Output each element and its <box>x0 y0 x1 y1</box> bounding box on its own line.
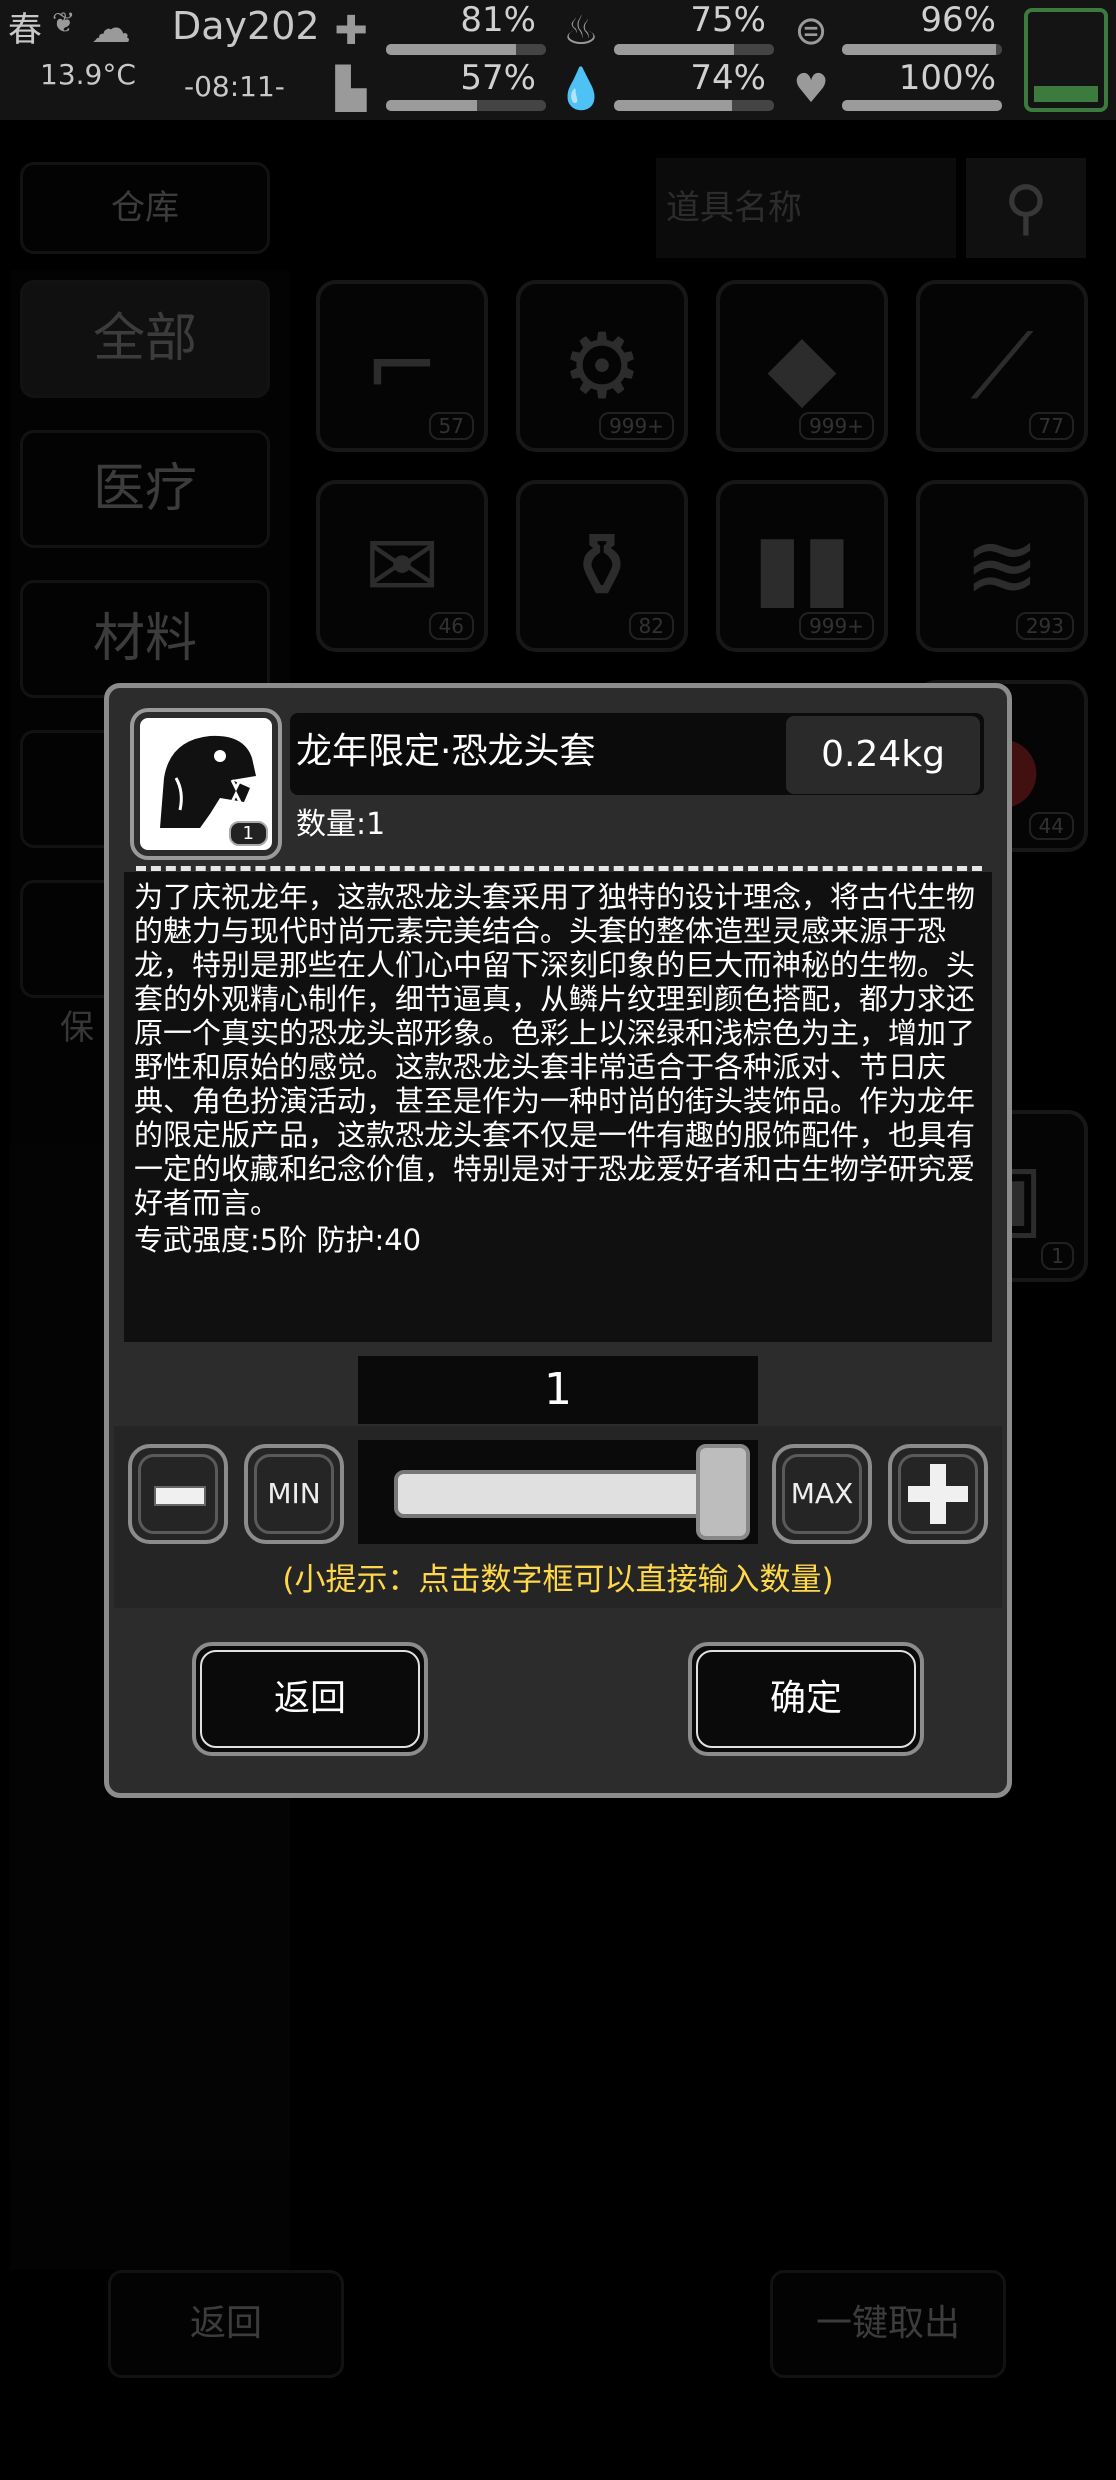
max-button[interactable]: MAX <box>772 1444 872 1544</box>
stat-bar <box>842 44 1002 55</box>
quantity-input[interactable]: 1 <box>358 1356 758 1424</box>
increase-button[interactable] <box>888 1444 988 1544</box>
item-quantity-label: 数量:1 <box>296 807 386 842</box>
hint-text: (小提示：点击数字框可以直接输入数量) <box>282 1562 834 1598</box>
scrap-metal-icon: ⚙ <box>561 314 643 419</box>
quantity-slider-track[interactable] <box>394 1470 710 1518</box>
back-button-bg[interactable]: 返回 <box>108 2270 344 2378</box>
day-label: Day202 <box>172 4 320 48</box>
pill-bottle-icon: ⚱ <box>564 514 640 619</box>
bullets-icon: ▮▮ <box>752 514 852 619</box>
water-drop-icon: 💧 <box>556 66 606 112</box>
item-name: 龙年限定·恐龙头套 <box>296 731 596 772</box>
battery-icon <box>1024 8 1108 112</box>
item-count-badge: 1 <box>228 821 268 846</box>
warehouse-tab[interactable]: 仓库 <box>20 162 270 254</box>
stat-bar <box>386 100 546 111</box>
ore-icon: ◆ <box>767 314 837 419</box>
stat-percent: 100% <box>898 58 996 98</box>
item-slot[interactable]: ▮▮ 999+ <box>716 480 888 652</box>
stat-percent: 75% <box>690 0 766 40</box>
boot-icon: ▙ <box>335 66 367 112</box>
heart-icon: ♥ <box>793 66 829 112</box>
category-save[interactable]: 保 <box>60 1000 94 1049</box>
decrease-button[interactable] <box>128 1444 228 1544</box>
plus-icon <box>908 1464 968 1524</box>
flare-gun-icon: ⌐ <box>364 314 440 419</box>
item-slot[interactable]: ⟋ 77 <box>916 280 1088 452</box>
item-weight: 0.24kg <box>786 716 980 794</box>
stat-percent: 81% <box>460 0 536 40</box>
confirm-button[interactable]: 确定 <box>688 1642 924 1756</box>
item-slot[interactable]: ◆ 999+ <box>716 280 888 452</box>
category-medical[interactable]: 医疗 <box>20 430 270 548</box>
back-button[interactable]: 返回 <box>192 1642 428 1756</box>
stat-percent: 74% <box>690 58 766 98</box>
item-slot[interactable]: ✉ 46 <box>316 480 488 652</box>
category-all[interactable]: 全部 <box>20 280 270 398</box>
leaf-icon: ❦ <box>52 6 76 39</box>
item-slot[interactable]: ⚱ 82 <box>516 480 688 652</box>
stat-percent: 57% <box>460 58 536 98</box>
item-description: 为了庆祝龙年，这款恐龙头套采用了独特的设计理念，将古代生物的魅力与现代时尚元素完… <box>134 880 976 1220</box>
search-input[interactable]: 道具名称 <box>656 158 956 258</box>
stat-bar <box>614 100 774 111</box>
tube-icon: ⟋ <box>970 314 1034 419</box>
item-stats: 专武强度:5阶 防护:40 <box>134 1223 422 1257</box>
bladder-icon: ⊜ <box>794 8 828 54</box>
stat-bar <box>386 44 546 55</box>
stat-percent: 96% <box>920 0 996 40</box>
stat-bar <box>614 44 774 55</box>
item-slot[interactable]: ⚙ 999+ <box>516 280 688 452</box>
take-all-button[interactable]: 一键取出 <box>770 2270 1006 2378</box>
category-materials[interactable]: 材料 <box>20 580 270 698</box>
item-slot[interactable]: ⌐ 57 <box>316 280 488 452</box>
search-icon[interactable]: ⚲ <box>966 158 1086 258</box>
season-label: 春 <box>8 10 42 50</box>
status-bar: 春 ❦ ☁ Day202 13.9°C -08:11- ✚ 81% ♨ 75% … <box>0 0 1116 120</box>
item-slot[interactable]: ≋ 293 <box>916 480 1088 652</box>
bandage-icon: ≋ <box>964 514 1040 619</box>
item-icon-box: 1 <box>130 708 282 860</box>
min-button[interactable]: MIN <box>244 1444 344 1544</box>
quantity-slider-thumb[interactable] <box>696 1444 750 1540</box>
scroll-icon: ✉ <box>364 514 440 619</box>
divider <box>136 866 982 871</box>
cloud-sun-icon: ☁ <box>91 6 131 52</box>
stat-bar <box>842 100 1002 111</box>
stomach-icon: ♨ <box>563 8 599 54</box>
temperature-label: 13.9°C <box>40 58 136 91</box>
time-label: -08:11- <box>184 70 285 103</box>
minus-icon <box>154 1486 206 1506</box>
medkit-icon: ✚ <box>334 8 368 54</box>
